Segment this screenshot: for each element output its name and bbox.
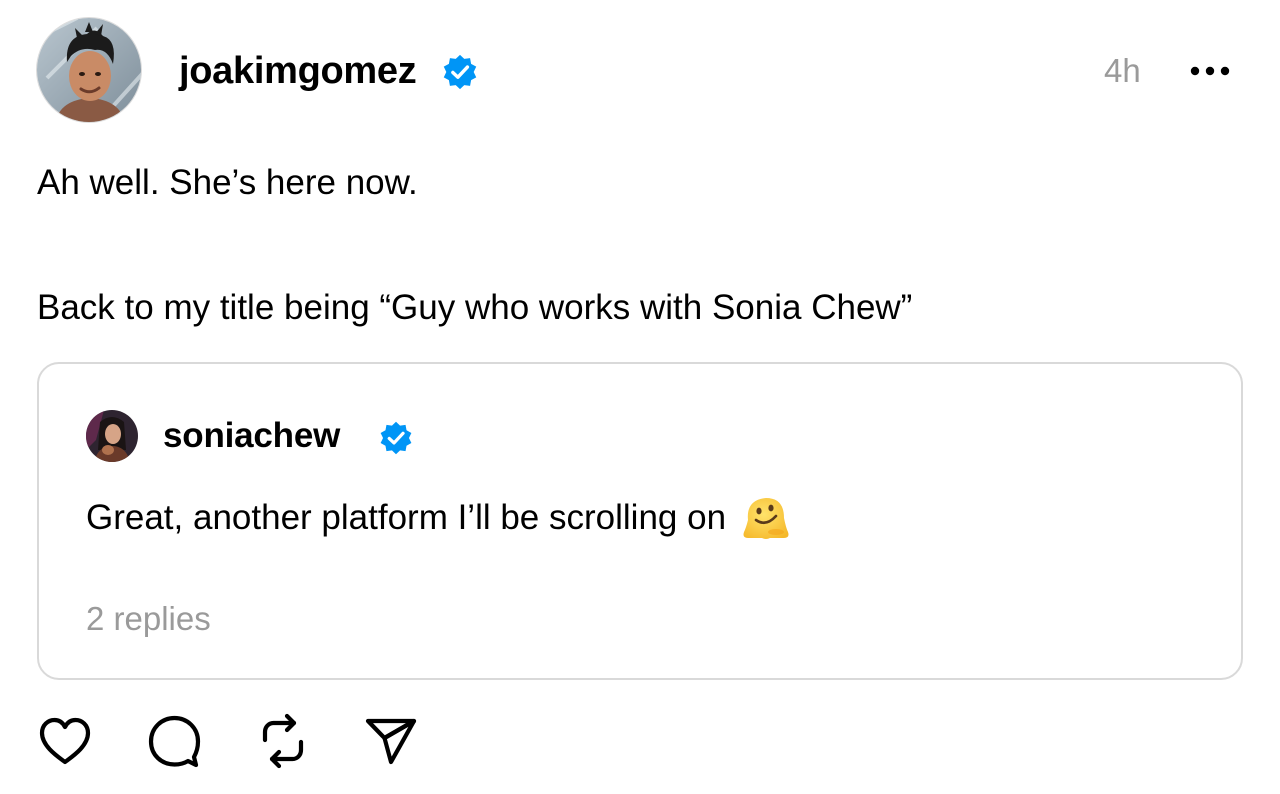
comment-bubble-icon[interactable]: [145, 712, 203, 770]
more-dots-icon[interactable]: [1186, 56, 1234, 86]
author-username[interactable]: joakimgomez: [179, 48, 417, 94]
post-text-line-2: Back to my title being “Guy who works wi…: [37, 288, 913, 327]
post-timestamp: 4h: [1104, 52, 1141, 89]
verified-badge-icon: [380, 421, 412, 455]
heart-icon[interactable]: [36, 712, 94, 770]
quoted-post-card[interactable]: soniachew Great, another platform I’ll b…: [37, 362, 1243, 680]
quoted-author-username[interactable]: soniachew: [163, 414, 340, 458]
quoted-author-avatar[interactable]: [86, 410, 138, 462]
avatar-photo-icon: [86, 410, 138, 462]
quoted-post-text-content: Great, another platform I’ll be scrollin…: [86, 498, 727, 537]
melting-face-icon: [743, 498, 789, 539]
avatar-photo-icon: [37, 18, 141, 122]
replies-count-link[interactable]: 2 replies: [86, 598, 211, 640]
verified-badge-icon: [443, 54, 477, 90]
repost-icon[interactable]: [254, 712, 312, 770]
post-text-line-1: Ah well. She’s here now.: [37, 163, 418, 202]
send-icon[interactable]: [362, 712, 420, 770]
author-avatar[interactable]: [36, 17, 142, 123]
quoted-post-text: Great, another platform I’ll be scrollin…: [86, 494, 790, 542]
